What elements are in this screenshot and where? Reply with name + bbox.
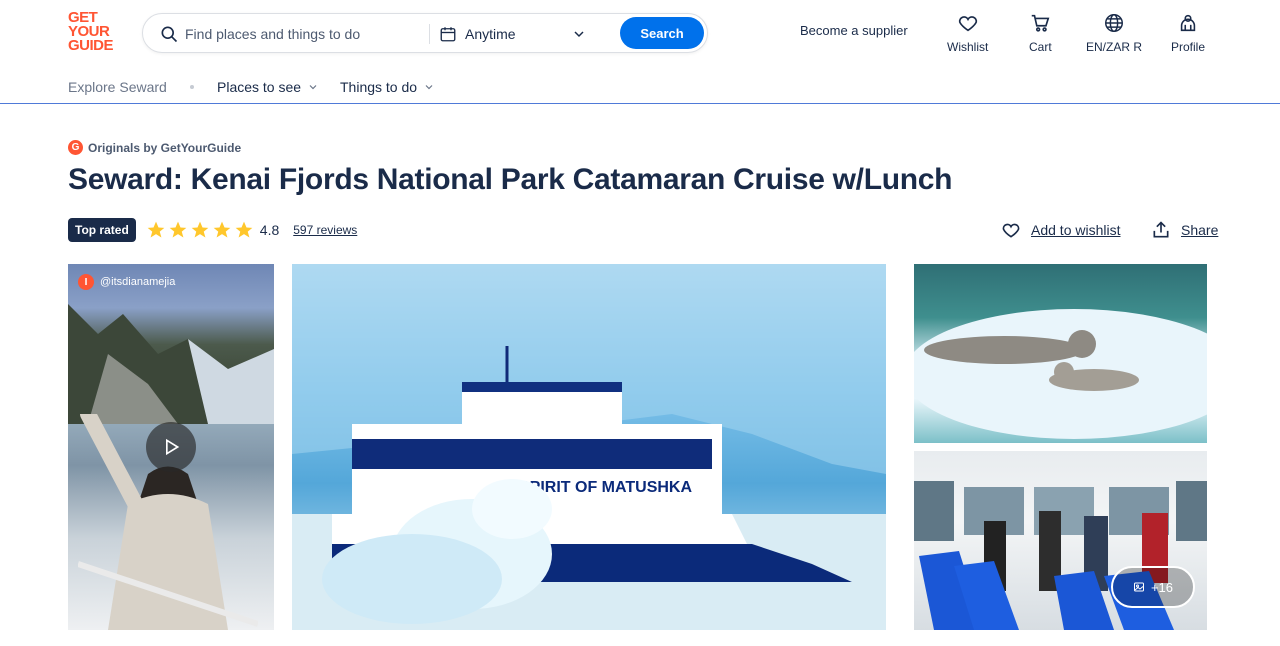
profile-icon [1180,14,1196,32]
video-author-name: @itsdianamejia [100,276,176,288]
cart-label: Cart [1029,40,1052,54]
globe-icon [1105,14,1123,32]
search-button[interactable]: Search [620,17,704,49]
star-icon [147,221,165,238]
reviews-link[interactable]: 597 reviews [293,223,357,237]
star-rating [146,220,254,240]
breadcrumb-separator [190,85,194,89]
image-icon [1133,582,1144,592]
wishlist-button[interactable]: Wishlist [947,12,988,54]
search-icon [161,26,178,43]
chevron-down-icon [309,85,317,90]
language-currency-button[interactable]: EN/ZAR R [1086,12,1142,54]
cart-icon [1032,14,1050,32]
share-icon [1153,221,1169,238]
profile-label: Profile [1171,40,1206,54]
menu-label: Places to see [217,79,302,95]
wishlist-label: Wishlist [947,40,989,54]
video-thumbnail[interactable]: I @itsdianamejia [68,264,274,630]
originals-label: G Originals by GetYourGuide [68,140,241,155]
places-to-see-menu[interactable]: Places to see [217,79,319,95]
search-divider [429,24,430,44]
star-icon [191,221,209,238]
heart-icon [1002,223,1020,238]
star-icon [169,221,187,238]
more-photos-count: +16 [1150,579,1174,595]
chevron-down-icon[interactable] [571,26,587,42]
cart-button[interactable]: Cart [1029,12,1052,54]
getyourguide-logo[interactable]: GET YOUR GUIDE [68,10,122,54]
menu-label: Things to do [340,79,418,95]
search-input[interactable] [185,22,425,46]
originals-icon: G [68,140,83,155]
calendar-icon [440,27,456,42]
header: GET YOUR GUIDE Anytime Search Become a s… [0,0,1280,66]
chevron-down-icon [425,85,433,90]
share-button[interactable]: Share [1151,220,1218,240]
catamaran-image: SPIRIT OF MATUSHKA [292,264,886,630]
video-author: I @itsdianamejia [78,274,175,290]
play-icon [166,438,180,456]
rating-row: Top rated 4.8 597 reviews [68,218,357,242]
sub-navigation: Explore Seward Places to see Things to d… [0,66,1280,104]
originals-text: Originals by GetYourGuide [88,140,242,155]
rating-value: 4.8 [259,222,280,238]
breadcrumb[interactable]: Explore Seward [68,79,167,95]
seals-photo[interactable] [914,264,1207,443]
search-bar: Anytime Search [142,13,708,53]
top-rated-badge: Top rated [68,218,136,242]
more-photos-button[interactable]: +16 [1111,566,1195,608]
date-label: Anytime [465,26,516,42]
profile-button[interactable]: Profile [1171,12,1205,54]
logo-line: GUIDE [68,37,114,54]
mountain-image [68,304,274,424]
play-button[interactable] [146,422,196,472]
main-photo[interactable]: SPIRIT OF MATUSHKA [292,264,886,630]
share-label: Share [1181,222,1219,238]
add-to-wishlist-button[interactable]: Add to wishlist [1001,220,1120,240]
seals-image [914,309,1207,439]
things-to-do-menu[interactable]: Things to do [340,79,435,95]
star-icon [213,221,231,238]
heart-icon [958,16,977,32]
author-icon: I [78,274,94,290]
add-to-wishlist-label: Add to wishlist [1031,222,1121,238]
page-title: Seward: Kenai Fjords National Park Catam… [68,163,953,196]
star-icon [235,221,253,238]
date-picker[interactable]: Anytime [439,22,516,46]
become-supplier-link[interactable]: Become a supplier [800,23,908,38]
language-currency-label: EN/ZAR R [1086,40,1143,54]
